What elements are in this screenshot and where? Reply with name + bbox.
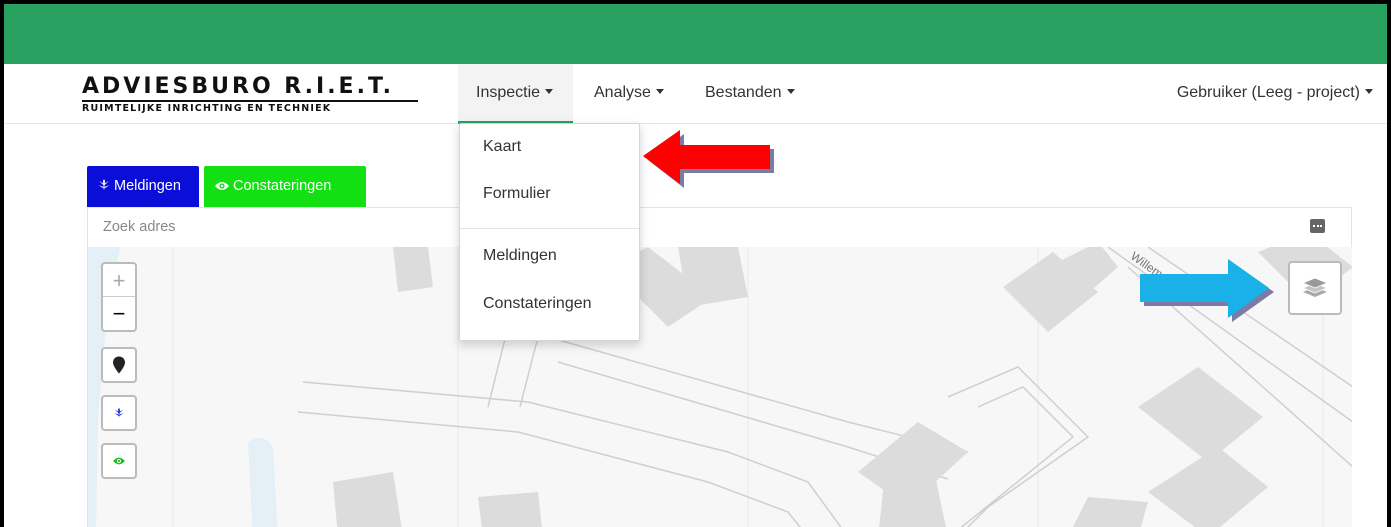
nav-analyse[interactable]: Analyse bbox=[594, 64, 664, 124]
user-menu-label: Gebruiker (Leeg - project) bbox=[1176, 84, 1360, 101]
caret-down-icon bbox=[786, 89, 795, 95]
constateringen-button[interactable]: Constateringen bbox=[204, 166, 366, 207]
navbar: ADVIESBURO R.I.E.T. RUIMTELIJKE INRICHTI… bbox=[4, 64, 1387, 124]
zoom-out-button[interactable]: − bbox=[103, 297, 135, 330]
meldingen-button[interactable]: Meldingen bbox=[87, 166, 199, 207]
dropdown-item-formulier[interactable]: Formulier bbox=[483, 185, 551, 203]
top-bar bbox=[4, 4, 1387, 64]
locate-button[interactable] bbox=[101, 347, 137, 383]
meldingen-layer-button[interactable] bbox=[101, 395, 137, 431]
meldingen-button-label: Meldingen bbox=[114, 178, 181, 194]
eye-icon bbox=[113, 457, 125, 465]
grain-icon bbox=[98, 179, 110, 191]
zoom-in-button[interactable]: + bbox=[103, 264, 135, 297]
nav-bestanden[interactable]: Bestanden bbox=[705, 64, 795, 124]
zoom-control: + − bbox=[101, 262, 137, 332]
dropdown-divider bbox=[460, 228, 639, 229]
inspectie-dropdown: Kaart Formulier Meldingen Constateringen bbox=[459, 123, 640, 341]
address-search-input[interactable] bbox=[88, 208, 1288, 246]
layers-icon bbox=[1302, 277, 1328, 297]
nav-bestanden-label: Bestanden bbox=[705, 84, 782, 101]
dropdown-item-meldingen[interactable]: Meldingen bbox=[483, 247, 557, 265]
logo-tagline: RUIMTELIJKE INRICHTING EN TECHNIEK bbox=[82, 103, 332, 114]
eye-icon bbox=[215, 182, 229, 190]
dropdown-item-constateringen[interactable]: Constateringen bbox=[483, 295, 592, 313]
logo-rule bbox=[82, 100, 418, 102]
dropdown-item-kaart[interactable]: Kaart bbox=[483, 138, 521, 156]
caret-down-icon bbox=[1365, 89, 1373, 95]
caret-down-icon bbox=[545, 89, 554, 95]
nav-inspectie[interactable]: Inspectie bbox=[458, 64, 573, 124]
map-marker-icon bbox=[113, 356, 125, 374]
user-menu[interactable]: Gebruiker (Leeg - project) bbox=[1177, 64, 1373, 124]
more-icon[interactable] bbox=[1310, 219, 1325, 233]
constateringen-button-label: Constateringen bbox=[233, 178, 332, 194]
red-annotation-arrow bbox=[643, 130, 774, 188]
logo-title: ADVIESBURO R.I.E.T. bbox=[82, 74, 394, 99]
blue-annotation-arrow bbox=[1140, 259, 1274, 322]
constateringen-layer-button[interactable] bbox=[101, 443, 137, 479]
layers-button[interactable] bbox=[1288, 261, 1342, 315]
caret-down-icon bbox=[655, 89, 664, 95]
address-search-bar bbox=[87, 207, 1352, 247]
nav-analyse-label: Analyse bbox=[594, 84, 651, 101]
app-window: ADVIESBURO R.I.E.T. RUIMTELIJKE INRICHTI… bbox=[4, 4, 1387, 527]
nav-inspectie-label: Inspectie bbox=[476, 84, 541, 101]
grain-icon bbox=[114, 407, 124, 419]
logo[interactable]: ADVIESBURO R.I.E.T. RUIMTELIJKE INRICHTI… bbox=[82, 75, 422, 115]
